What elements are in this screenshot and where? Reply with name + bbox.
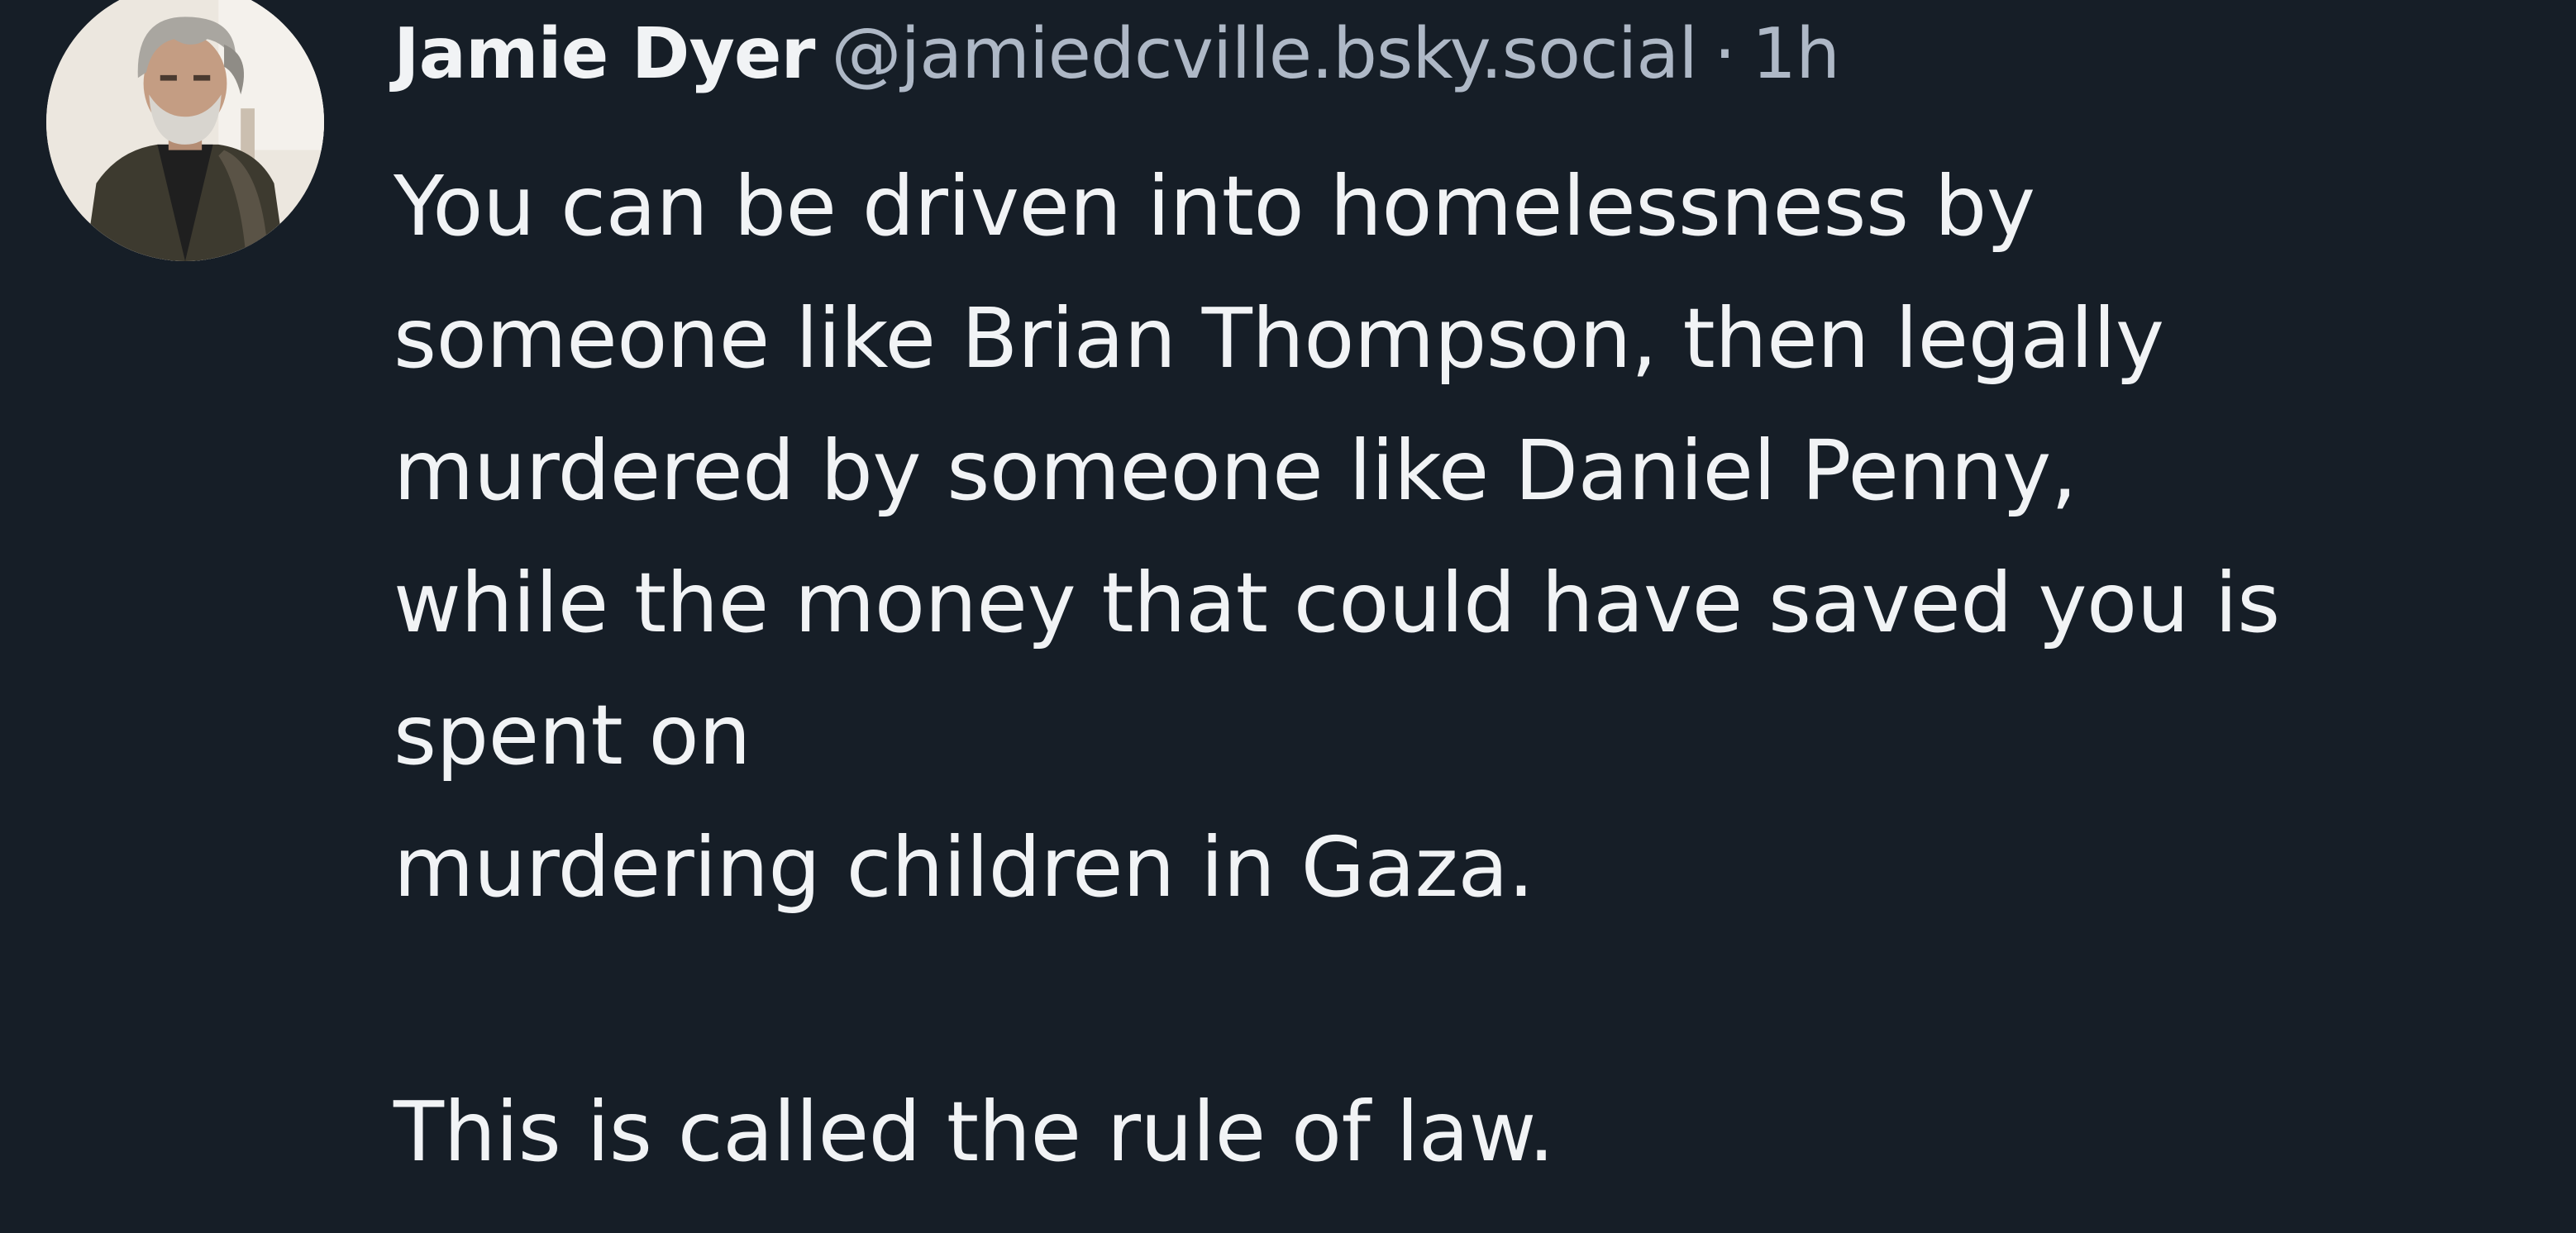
header-separator: ·	[1714, 13, 1736, 95]
post-text-line: You can be driven into homelessness by	[394, 158, 2035, 255]
post-text-line: someone like Brian Thompson, then legall…	[394, 290, 2164, 387]
post-text: You can be driven into homelessness by s…	[394, 140, 2559, 1198]
post-text-line: murdering children in Gaza.	[394, 819, 1534, 916]
post-text-line: while the money that could have saved yo…	[394, 555, 2280, 651]
post-header: Jamie Dyer @jamiedcville.bsky.social · 1h	[394, 3, 1840, 106]
author-display-name[interactable]: Jamie Dyer	[394, 13, 815, 95]
post-text-line: murdered by someone like Daniel Penny,	[394, 422, 2077, 519]
author-handle[interactable]: @jamiedcville.bsky.social	[831, 13, 1698, 95]
post-timestamp[interactable]: 1h	[1752, 13, 1840, 95]
post-text-line: This is called the rule of law.	[394, 1083, 1555, 1180]
paragraph-break	[394, 934, 2559, 1066]
avatar-image	[46, 0, 324, 261]
author-avatar[interactable]	[46, 0, 324, 261]
post-text-line: spent on	[394, 687, 751, 783]
post-card[interactable]: Jamie Dyer @jamiedcville.bsky.social · 1h Y…	[0, 0, 2576, 1233]
